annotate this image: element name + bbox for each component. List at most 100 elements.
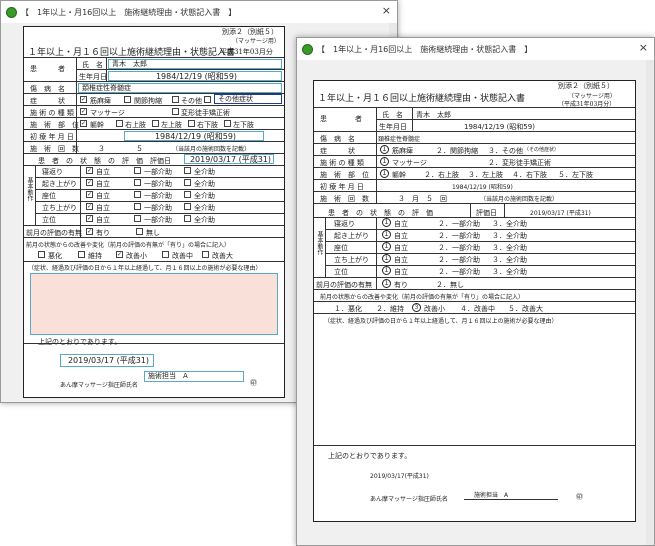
eval-circle[interactable]: １	[382, 254, 391, 263]
symptom-check-3[interactable]	[172, 96, 179, 103]
practitioner-field[interactable]: 施術担当 A	[144, 371, 244, 382]
site-opt-2: ２．右上肢	[424, 171, 459, 179]
eval-level-label: 全介助	[194, 204, 215, 212]
symptom-check-1[interactable]: ✓	[80, 96, 87, 103]
count-value: ３ 月 ５ 回	[398, 195, 447, 203]
disease-field[interactable]: 頚椎症性脊髄症	[78, 83, 282, 93]
patient-label: 患 者	[320, 115, 362, 123]
eval-level-label: 自立	[96, 204, 110, 212]
type-opt-2: 変形徒手矯正術	[181, 109, 230, 117]
eval-level-label: 全介助	[194, 168, 215, 176]
eval-level-label: 一部介助	[144, 216, 172, 224]
change-opt-5: 改善大	[212, 252, 233, 260]
eval-level-label: 自立	[394, 268, 408, 276]
eval-row-label: 座位	[42, 192, 56, 200]
eval-date-label: 評価日	[150, 157, 171, 165]
change-check-1[interactable]	[38, 251, 45, 258]
name-value: 青木 太郎	[416, 111, 451, 119]
eval-check[interactable]	[184, 203, 191, 210]
eval-check[interactable]	[134, 191, 141, 198]
first-date-field[interactable]: 1984/12/19 (昭和59)	[124, 131, 264, 141]
symptom-check-4[interactable]	[204, 96, 211, 103]
type-opt-1: マッサージ	[392, 159, 427, 167]
front-window[interactable]: 【 1年以上・月16回以上 施術継続理由・状態記入書 】 × 別添２（別紙５） …	[296, 37, 655, 546]
site-check-1[interactable]: ✓	[80, 120, 87, 127]
disease-label: 傷 病 名	[30, 85, 65, 93]
symptom-other-field[interactable]: その他症状	[214, 94, 282, 104]
dob-value: 1984/12/19 (昭和59)	[464, 123, 535, 131]
change-check-5[interactable]	[202, 251, 209, 258]
site-check-3[interactable]	[152, 120, 159, 127]
eval-check[interactable]	[184, 179, 191, 186]
close-icon[interactable]: ×	[382, 4, 391, 17]
eval-date-field[interactable]: 2019/03/17 (平成31)	[184, 154, 274, 164]
practitioner-label: あん摩マッサージ指圧師氏名	[60, 382, 138, 389]
eval-check[interactable]	[134, 167, 141, 174]
eval-check[interactable]	[184, 167, 191, 174]
front-form-sheet: 別添２（別紙５） （マッサージ用） １年以上・月１６回以上施術継続理由・状態記入…	[313, 80, 636, 522]
type-circle-1[interactable]: １	[380, 157, 389, 166]
eval-level-label: 全介助	[194, 216, 215, 224]
type-check-2[interactable]	[172, 108, 179, 115]
site-opt-2: 右上肢	[125, 121, 146, 129]
eval-level-label: ３．全介助	[492, 244, 527, 252]
symptom-label: 症 状	[30, 97, 65, 105]
eval-check[interactable]: ✓	[86, 191, 93, 198]
app-icon	[302, 43, 313, 55]
eval-level-label: 自立	[96, 216, 110, 224]
reason-textarea[interactable]	[30, 273, 278, 335]
change-check-4[interactable]	[162, 251, 169, 258]
symptom-opt-2: ２．関節拘縮	[436, 147, 478, 155]
eval-check[interactable]: ✓	[86, 203, 93, 210]
change-opt-1: 悪化	[48, 252, 62, 260]
eval-check[interactable]	[134, 179, 141, 186]
site-opt-4: 右下肢	[197, 121, 218, 129]
prev-yes-check[interactable]: ✓	[86, 228, 93, 235]
eval-circle[interactable]: １	[382, 266, 391, 275]
site-check-4[interactable]	[188, 120, 195, 127]
count-times: ５	[136, 145, 143, 153]
eval-check[interactable]	[134, 215, 141, 222]
eval-check[interactable]	[134, 203, 141, 210]
site-opt-3: ３．左上肢	[468, 171, 503, 179]
eval-circle[interactable]: １	[382, 218, 391, 227]
eval-circle[interactable]: １	[382, 242, 391, 251]
count-note: （当該月の施術回数を記載）	[172, 146, 251, 153]
prev-no-check[interactable]	[136, 228, 143, 235]
eval-check[interactable]: ✓	[86, 215, 93, 222]
eval-circle[interactable]: １	[382, 230, 391, 239]
prev-yes-circle[interactable]: １	[382, 279, 391, 288]
close-icon[interactable]: ×	[639, 41, 648, 54]
eval-check[interactable]: ✓	[86, 167, 93, 174]
front-titlebar[interactable]: 【 1年以上・月16回以上 施術継続理由・状態記入書 】 ×	[297, 38, 654, 60]
site-check-5[interactable]	[224, 120, 231, 127]
eval-level-label: 自立	[96, 192, 110, 200]
site-circle-1[interactable]: １	[380, 169, 389, 178]
type-label: 施 術 の 種 類	[320, 159, 364, 167]
symptom-check-2[interactable]	[124, 96, 131, 103]
change-check-2[interactable]	[78, 251, 85, 258]
name-field[interactable]: 青木 太郎	[108, 59, 282, 69]
sign-date-value: 2019/03/17(平成31)	[370, 473, 429, 480]
site-check-2[interactable]	[116, 120, 123, 127]
eval-level-label: 全介助	[194, 192, 215, 200]
change-check-3[interactable]: ✓	[116, 251, 123, 258]
eval-check[interactable]: ✓	[86, 179, 93, 186]
eval-level-label: ２．一部介助	[438, 220, 480, 228]
eval-level-label: 一部介助	[144, 204, 172, 212]
dob-field[interactable]: 1984/12/19 (昭和59)	[108, 71, 282, 81]
eval-check[interactable]	[184, 215, 191, 222]
symptom-opt-1: 筋麻痺	[90, 97, 111, 105]
type-opt-2: ２．変形徒手矯正術	[488, 159, 551, 167]
back-titlebar[interactable]: 【 1年以上・月16回以上 施術継続理由・状態記入書 】 ×	[1, 1, 397, 23]
type-check-1[interactable]: ✓	[80, 108, 87, 115]
site-opt-4: ４．右下肢	[512, 171, 547, 179]
change-circle-3[interactable]: ３	[412, 303, 421, 312]
confirm-text: 上記のとおりであります。	[328, 452, 412, 460]
front-scrollbar[interactable]	[646, 60, 654, 545]
sign-date-field[interactable]: 2019/03/17 (平成31)	[60, 354, 154, 367]
symptom-circle-1[interactable]: １	[380, 145, 389, 154]
eval-level-label: 一部介助	[144, 168, 172, 176]
form-month: 平成31年03月分	[220, 48, 273, 56]
eval-check[interactable]	[184, 191, 191, 198]
